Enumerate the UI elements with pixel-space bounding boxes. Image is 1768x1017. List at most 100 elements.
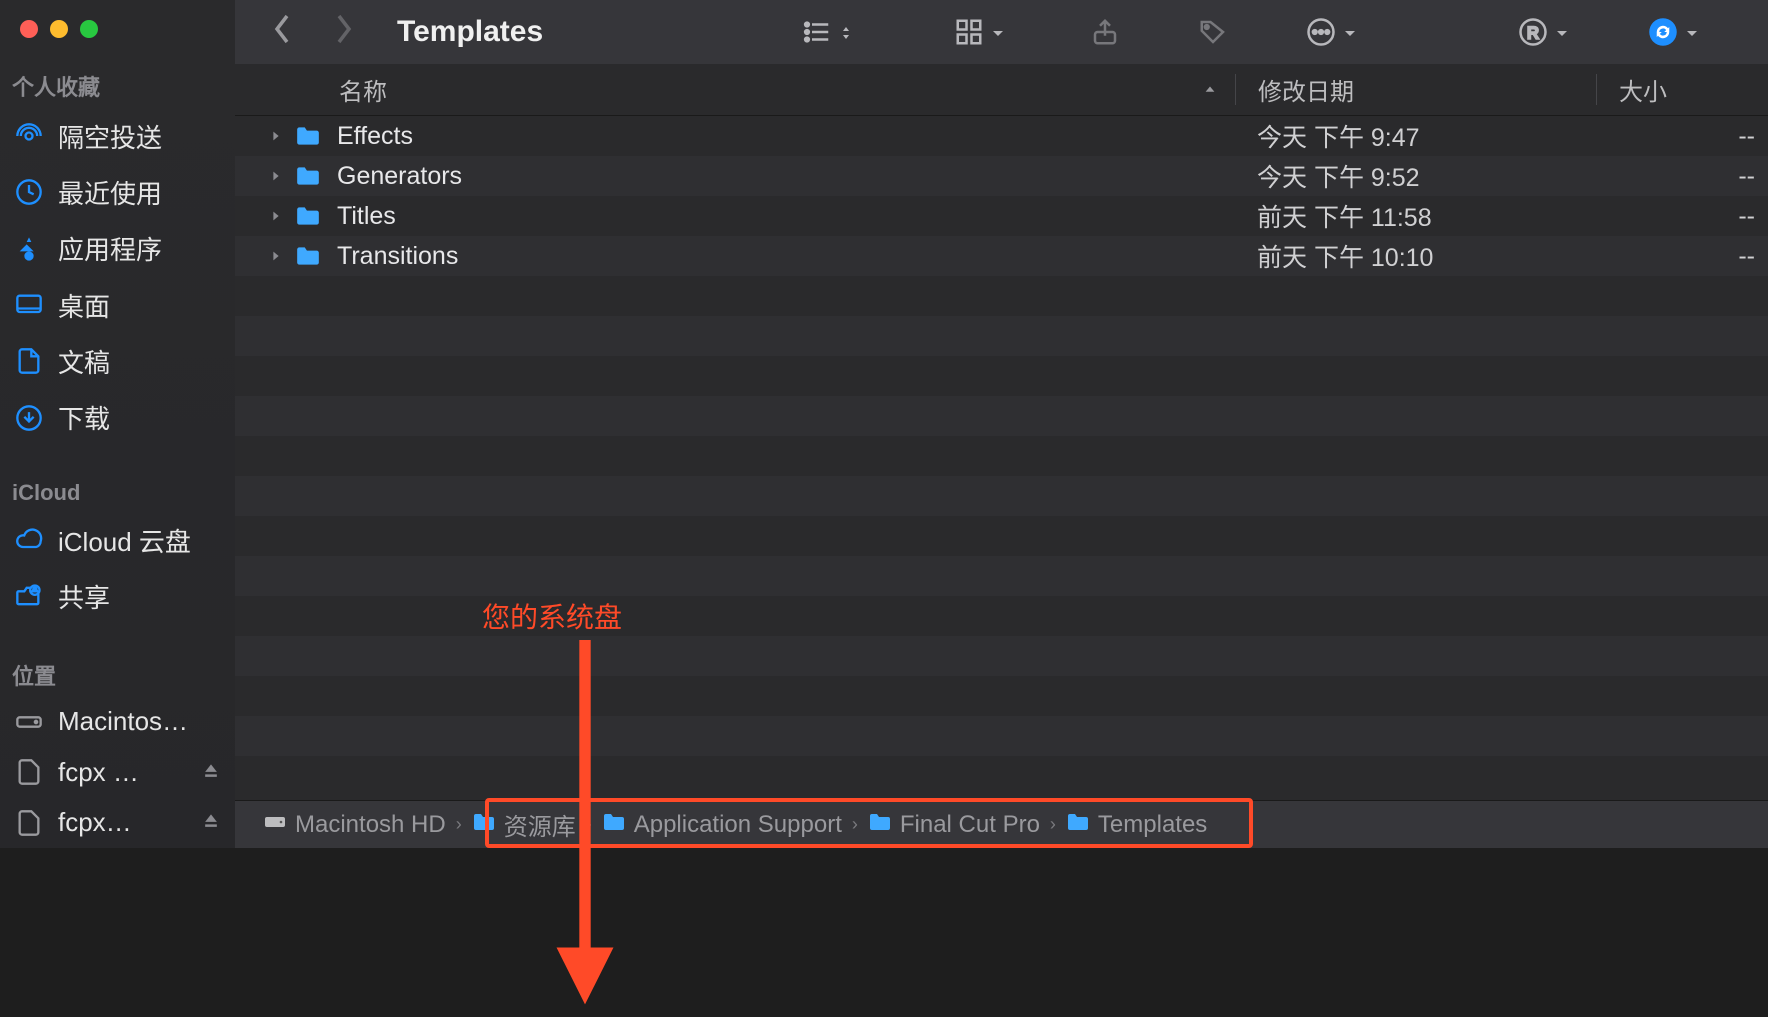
view-list-button[interactable] xyxy=(796,17,860,48)
sidebar-item-desktop[interactable]: 桌面 xyxy=(0,277,235,333)
sidebar-item-downloads[interactable]: 下载 xyxy=(0,390,235,446)
path-segment[interactable]: Macintosh HD xyxy=(263,811,446,839)
table-row[interactable]: Transitions前天 下午 10:10--文件夹 xyxy=(235,236,1768,276)
sidebar-item-applications[interactable]: 应用程序 xyxy=(0,221,235,277)
empty-row xyxy=(235,396,1768,436)
disk-icon xyxy=(263,811,287,839)
sidebar-item-label: 最近使用 xyxy=(58,174,162,211)
empty-row xyxy=(235,276,1768,316)
empty-row xyxy=(235,436,1768,476)
path-segment[interactable]: Templates xyxy=(1066,811,1207,839)
empty-row xyxy=(235,596,1768,636)
download-icon xyxy=(14,403,44,433)
disclosure-triangle-icon[interactable] xyxy=(265,209,287,223)
sidebar-item-volume-1[interactable]: fcpx … xyxy=(0,747,235,797)
apps-icon xyxy=(14,234,44,264)
file-date: 今天 下午 9:47 xyxy=(1235,118,1595,154)
sidebar-item-label: 隔空投送 xyxy=(58,118,162,155)
sidebar-item-label: fcpx … xyxy=(58,757,139,788)
empty-row xyxy=(235,316,1768,356)
sync-button[interactable] xyxy=(1642,17,1706,48)
sidebar-item-label: fcpx… xyxy=(58,807,132,838)
file-size: -- xyxy=(1595,162,1768,191)
empty-row xyxy=(235,756,1768,796)
disk-doc-icon xyxy=(14,808,44,838)
file-size: -- xyxy=(1595,122,1768,151)
file-size: -- xyxy=(1595,202,1768,231)
sidebar-item-macintosh-hd[interactable]: Macintos… xyxy=(0,697,235,747)
sidebar-item-icloud-drive[interactable]: iCloud 云盘 xyxy=(0,512,235,568)
shared-icon xyxy=(14,581,44,611)
group-button[interactable] xyxy=(948,17,1012,48)
folder-icon xyxy=(472,811,496,839)
disk-icon xyxy=(14,707,44,737)
folder-icon xyxy=(293,205,323,227)
main-content: Templates xyxy=(235,0,1768,848)
empty-row xyxy=(235,716,1768,756)
sidebar-item-label: iCloud 云盘 xyxy=(58,522,191,559)
sidebar-item-recents[interactable]: 最近使用 xyxy=(0,164,235,220)
badge-r-button[interactable]: R xyxy=(1512,17,1576,48)
path-label: Final Cut Pro xyxy=(900,811,1040,839)
path-segment[interactable]: Application Support xyxy=(602,811,842,839)
sidebar-item-airdrop[interactable]: 隔空投送 xyxy=(0,108,235,164)
disclosure-triangle-icon[interactable] xyxy=(265,249,287,263)
disclosure-triangle-icon[interactable] xyxy=(265,169,287,183)
sidebar-item-documents[interactable]: 文稿 xyxy=(0,333,235,389)
file-size: -- xyxy=(1595,242,1768,271)
path-segment[interactable]: Final Cut Pro xyxy=(868,811,1040,839)
cloud-icon xyxy=(14,525,44,555)
table-row[interactable]: Generators今天 下午 9:52--文件夹 xyxy=(235,156,1768,196)
sidebar-item-label: Macintos… xyxy=(58,706,188,737)
chevron-down-icon xyxy=(1554,17,1570,48)
share-button[interactable] xyxy=(1084,17,1126,47)
eject-icon[interactable] xyxy=(201,757,221,788)
column-header-name[interactable]: 名称 xyxy=(235,72,1235,107)
folder-icon xyxy=(293,165,323,187)
folder-icon xyxy=(868,811,892,839)
forward-button[interactable] xyxy=(331,12,355,53)
sidebar-item-label: 文稿 xyxy=(58,343,110,380)
minimize-button[interactable] xyxy=(50,20,68,38)
sort-ascending-icon xyxy=(1203,76,1217,104)
column-header-date[interactable]: 修改日期 xyxy=(1236,72,1596,107)
close-button[interactable] xyxy=(20,20,38,38)
path-label: 资源库 xyxy=(504,807,576,842)
sidebar-item-volume-2[interactable]: fcpx… xyxy=(0,798,235,848)
disk-doc-icon xyxy=(14,757,44,787)
file-name: Effects xyxy=(337,122,413,151)
folder-icon xyxy=(1066,811,1090,839)
window-controls xyxy=(0,14,235,60)
column-header-size[interactable]: 大小 xyxy=(1597,72,1768,107)
sidebar-item-label: 共享 xyxy=(58,578,110,615)
path-label: Application Support xyxy=(634,811,842,839)
path-separator: › xyxy=(456,814,462,835)
path-label: Macintosh HD xyxy=(295,811,446,839)
clock-icon xyxy=(14,177,44,207)
table-row[interactable]: Titles前天 下午 11:58--文件夹 xyxy=(235,196,1768,236)
sidebar-section-icloud: iCloud xyxy=(0,470,235,512)
table-row[interactable]: Effects今天 下午 9:47--文件夹 xyxy=(235,116,1768,156)
more-button[interactable] xyxy=(1300,17,1364,48)
chevron-down-icon xyxy=(1342,17,1358,48)
window-title: Templates xyxy=(397,15,543,49)
sidebar-section-favorites: 个人收藏 xyxy=(0,60,235,108)
sidebar-item-label: 应用程序 xyxy=(58,230,162,267)
file-date: 今天 下午 9:52 xyxy=(1235,158,1595,194)
folder-icon xyxy=(293,125,323,147)
disclosure-triangle-icon[interactable] xyxy=(265,129,287,143)
file-list: Effects今天 下午 9:47--文件夹Generators今天 下午 9:… xyxy=(235,116,1768,800)
eject-icon[interactable] xyxy=(201,807,221,838)
empty-row xyxy=(235,356,1768,396)
zoom-button[interactable] xyxy=(80,20,98,38)
path-separator: › xyxy=(852,814,858,835)
file-date: 前天 下午 10:10 xyxy=(1235,238,1595,274)
sidebar-item-shared[interactable]: 共享 xyxy=(0,568,235,624)
file-date: 前天 下午 11:58 xyxy=(1235,198,1595,234)
tags-button[interactable] xyxy=(1192,17,1234,47)
path-segment[interactable]: 资源库 xyxy=(472,807,576,842)
empty-row xyxy=(235,556,1768,596)
back-button[interactable] xyxy=(271,12,295,53)
path-separator: › xyxy=(1050,814,1056,835)
sidebar-section-locations: 位置 xyxy=(0,649,235,697)
